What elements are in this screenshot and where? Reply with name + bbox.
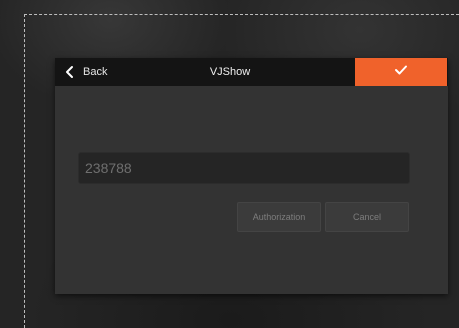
dashed-frame-left-border (24, 14, 25, 328)
authorization-button[interactable]: Authorization (237, 202, 321, 232)
confirm-button[interactable] (355, 58, 447, 86)
dialog-title-bar: Back VJShow (55, 58, 448, 86)
back-label: Back (83, 66, 108, 78)
cancel-button[interactable]: Cancel (325, 202, 409, 232)
authorization-dialog: Back VJShow Authorization Cancel (55, 58, 448, 294)
code-input[interactable] (78, 152, 410, 184)
checkmark-icon (394, 63, 408, 81)
chevron-left-icon (63, 65, 77, 79)
dialog-title: VJShow (209, 66, 251, 78)
back-button[interactable]: Back (63, 58, 107, 86)
dashed-frame-top-border (24, 14, 459, 15)
